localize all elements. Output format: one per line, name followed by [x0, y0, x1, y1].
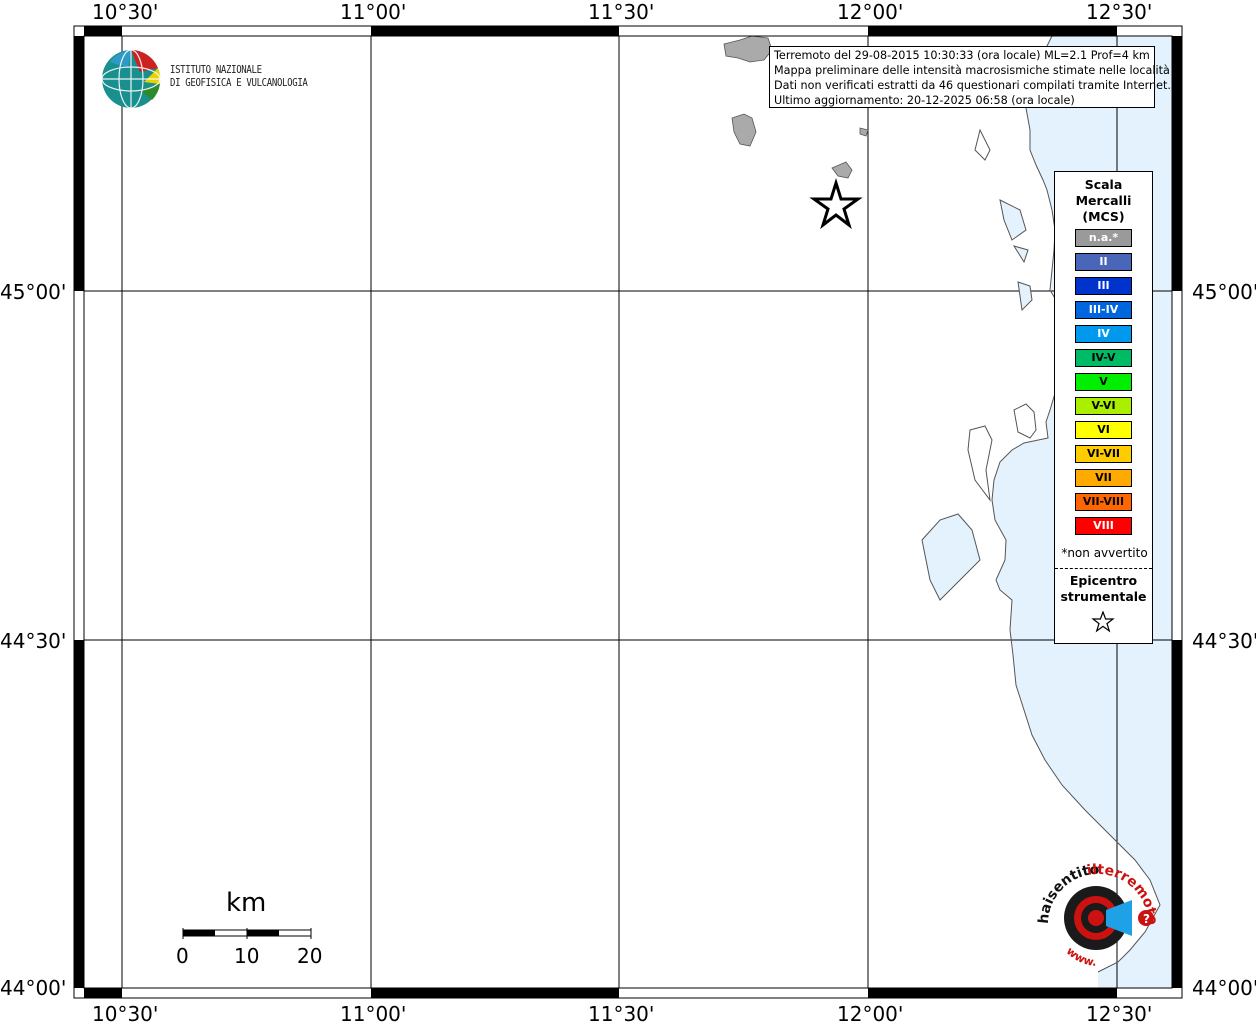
- legend-item-swatch: VII-VIII: [1075, 493, 1132, 511]
- legend-item-swatch: VII: [1075, 469, 1132, 487]
- event-info-line2: Mappa preliminare delle intensità macros…: [774, 64, 1170, 77]
- legend-separator: [1055, 568, 1152, 569]
- legend-title-line2: Mercalli: [1075, 193, 1132, 208]
- scale-bar-unit: km: [226, 888, 267, 918]
- legend-item-swatch: V-VI: [1075, 397, 1132, 415]
- legend-epicenter-line1: Epicentro: [1069, 573, 1138, 588]
- lat-tick-right-3: 44°00': [1192, 976, 1256, 1000]
- event-info-line1: Terremoto del 29-08-2015 10:30:33 (ora l…: [774, 49, 1150, 62]
- lon-tick-bottom-5: 12°30': [1086, 1002, 1153, 1026]
- ingv-globe-logo-icon: [101, 49, 161, 109]
- intensity-legend: Scala Mercalli (MCS) n.a.* II III III-IV IV I…: [1054, 171, 1153, 644]
- svg-text:?: ?: [1143, 912, 1150, 926]
- lat-tick-right-2: 44°30': [1192, 629, 1256, 653]
- event-info-line4: Ultimo aggiornamento: 20-12-2025 06:58 (…: [774, 94, 1075, 107]
- event-info-line3: Dati non verificati estratti da 46 quest…: [774, 79, 1171, 92]
- legend-item-swatch: V: [1075, 373, 1132, 391]
- legend-epicenter-label: Epicentro strumentale: [1055, 573, 1152, 605]
- legend-item-swatch: IV: [1075, 325, 1132, 343]
- lon-tick-bottom-3: 11°30': [588, 1002, 655, 1026]
- legend-item-swatch: III-IV: [1075, 301, 1132, 319]
- lon-tick-bottom-1: 10°30': [92, 1002, 159, 1026]
- epicenter-star-icon: [809, 177, 863, 230]
- legend-item-swatch: VIII: [1075, 517, 1132, 535]
- lat-tick-left-3: 44°00': [0, 976, 67, 1000]
- hai-sentito-il-terremoto-logo-icon: haisentito ilterremoto.it www. ?: [1036, 862, 1160, 969]
- scale-label-20: 20: [297, 944, 323, 968]
- legend-title-line1: Scala: [1084, 177, 1123, 192]
- lat-tick-left-1: 45°00': [0, 280, 67, 304]
- lon-tick-bottom-2: 11°00': [340, 1002, 407, 1026]
- scale-label-0: 0: [176, 944, 189, 968]
- lat-tick-left-2: 44°30': [0, 629, 67, 653]
- event-info-box: Terremoto del 29-08-2015 10:30:33 (ora l…: [769, 46, 1171, 108]
- ingv-logo-line2: DI GEOFISICA E VULCANOLOGIA: [170, 77, 308, 89]
- lon-tick-top-3: 11°30': [588, 0, 655, 24]
- lon-tick-top-4: 12°00': [837, 0, 904, 24]
- scale-bar: [182, 928, 312, 939]
- lon-tick-top-1: 10°30': [92, 0, 159, 24]
- legend-item-swatch: n.a.*: [1075, 229, 1132, 247]
- lat-tick-right-1: 45°00': [1192, 280, 1256, 304]
- ingv-logo-line1: ISTITUTO NAZIONALE: [170, 64, 262, 76]
- legend-item-swatch: VI: [1075, 421, 1132, 439]
- legend-item-swatch: III: [1075, 277, 1132, 295]
- legend-title: Scala Mercalli (MCS): [1055, 177, 1152, 225]
- legend-item-swatch: VI-VII: [1075, 445, 1132, 463]
- lon-tick-top-5: 12°30': [1086, 0, 1153, 24]
- legend-star-icon: [1091, 611, 1115, 633]
- legend-item-swatch: II: [1075, 253, 1132, 271]
- legend-epicenter-line2: strumentale: [1060, 589, 1147, 604]
- legend-title-line3: (MCS): [1082, 209, 1125, 224]
- lon-tick-top-2: 11°00': [340, 0, 407, 24]
- scale-label-10: 10: [234, 944, 260, 968]
- legend-item-swatch: IV-V: [1075, 349, 1132, 367]
- ingv-logo-text: ISTITUTO NAZIONALE DI GEOFISICA E VULCAN…: [170, 64, 308, 90]
- lon-tick-bottom-4: 12°00': [837, 1002, 904, 1026]
- legend-note: *non avvertito: [1061, 546, 1148, 560]
